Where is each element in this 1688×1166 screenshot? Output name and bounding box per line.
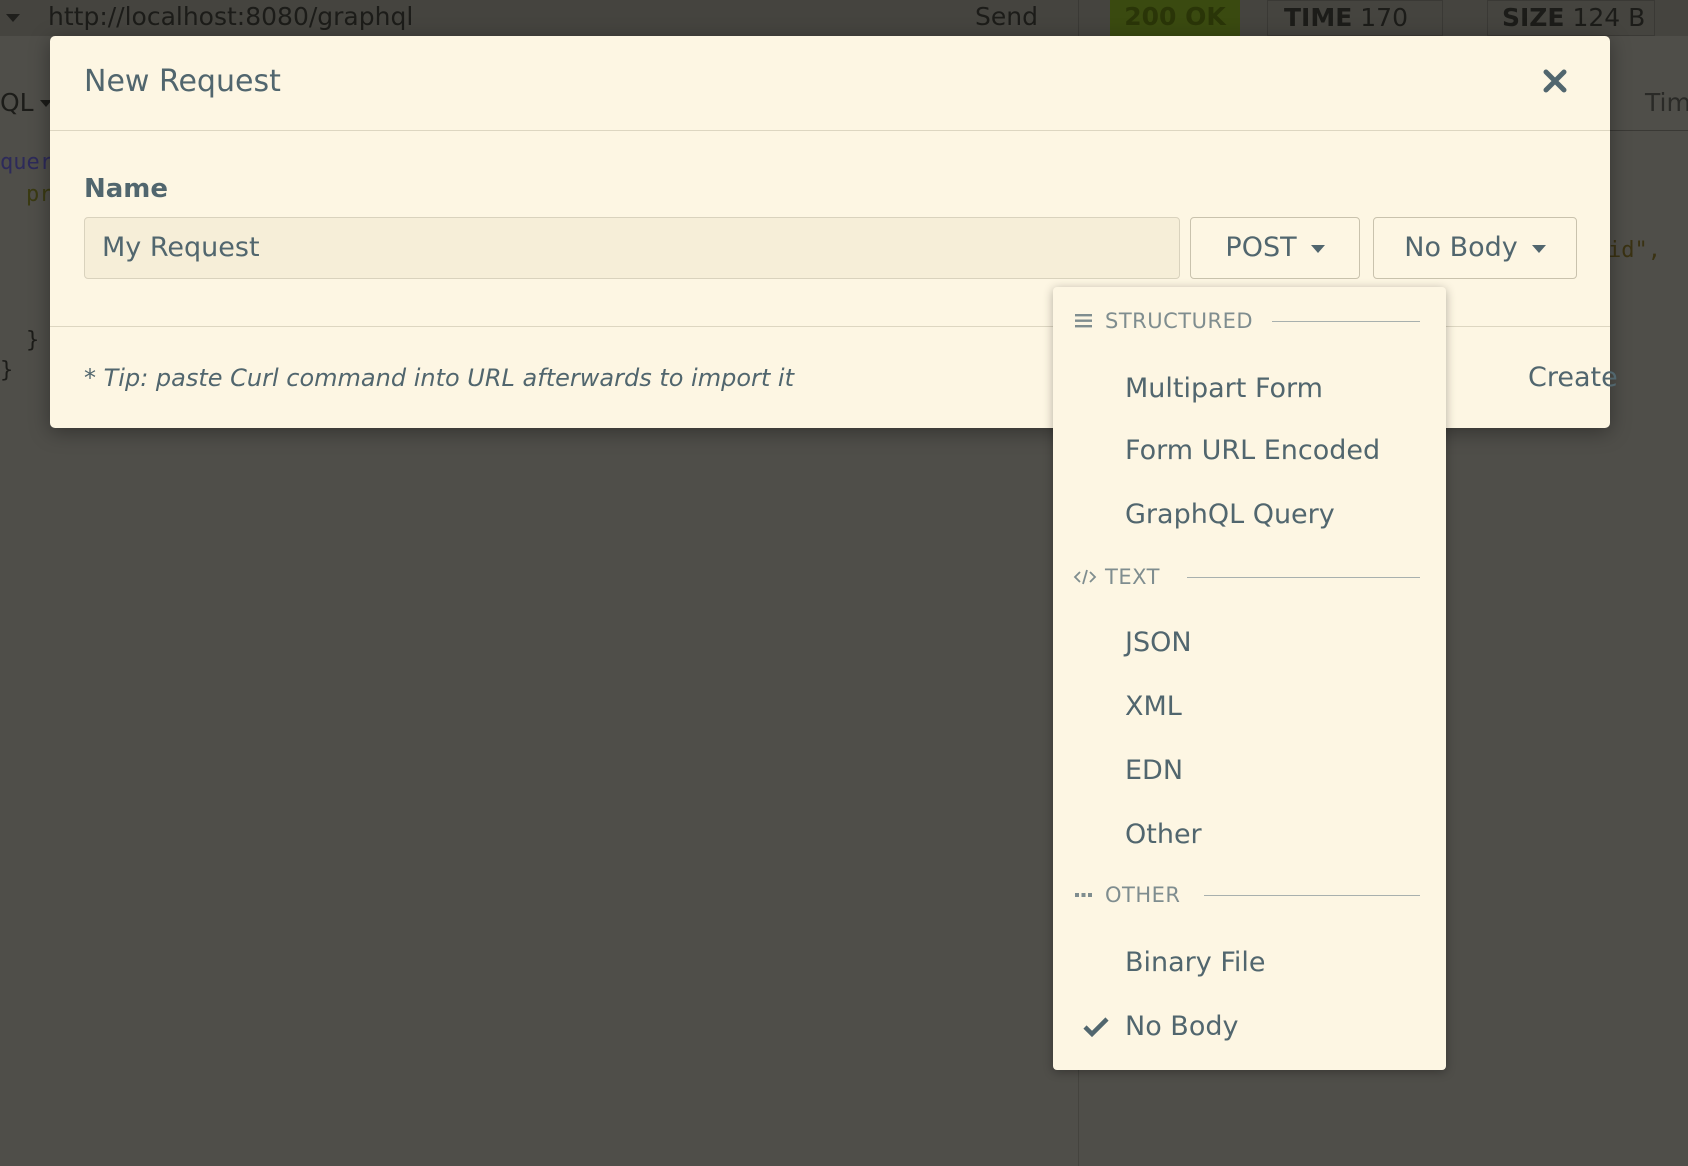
name-input[interactable]: My Request bbox=[84, 217, 1180, 279]
time-label: TIME bbox=[1284, 3, 1353, 32]
section-header-structured: STRUCTURED bbox=[1073, 307, 1428, 337]
body-type-menu: STRUCTURED Multipart Form Form URL Encod… bbox=[1053, 287, 1446, 1070]
check-icon bbox=[1083, 1017, 1109, 1038]
status-badge: 200 OK bbox=[1110, 0, 1240, 36]
body-type-label: No Body bbox=[1404, 232, 1518, 263]
menu-item-multipart-form[interactable]: Multipart Form bbox=[1053, 361, 1446, 417]
chevron-down-icon bbox=[1310, 244, 1325, 253]
section-header-other: OTHER bbox=[1073, 881, 1428, 911]
menu-item-label: EDN bbox=[1125, 755, 1184, 786]
url-bar: http://localhost:8080/graphql Send 200 O… bbox=[0, 0, 1688, 66]
menu-item-no-body[interactable]: No Body bbox=[1053, 999, 1446, 1055]
chevron-down-icon bbox=[1531, 244, 1546, 253]
body-type-dropdown[interactable]: No Body bbox=[1373, 217, 1577, 279]
code-line: } bbox=[0, 358, 14, 383]
code-line: quer bbox=[0, 150, 53, 175]
menu-item-json[interactable]: JSON bbox=[1053, 615, 1446, 671]
method-dropdown[interactable]: POST bbox=[1190, 217, 1360, 279]
section-divider bbox=[1204, 895, 1420, 896]
body-type-tab[interactable]: QL bbox=[0, 88, 34, 117]
menu-item-label: GraphQL Query bbox=[1125, 499, 1335, 530]
create-button[interactable]: Create bbox=[1528, 362, 1618, 393]
url-input[interactable]: http://localhost:8080/graphql bbox=[48, 2, 413, 31]
menu-item-label: Form URL Encoded bbox=[1125, 435, 1381, 466]
time-badge: TIME 170 ms bbox=[1267, 0, 1443, 66]
size-value: 124 B bbox=[1572, 3, 1646, 32]
menu-item-label: Multipart Form bbox=[1125, 373, 1323, 404]
menu-item-form-url-encoded[interactable]: Form URL Encoded bbox=[1053, 423, 1446, 479]
size-badge: SIZE 124 B bbox=[1487, 0, 1655, 36]
dialog-title: New Request bbox=[84, 64, 281, 99]
send-button[interactable]: Send bbox=[975, 2, 1038, 31]
menu-item-label: Other bbox=[1125, 819, 1202, 850]
menu-item-other[interactable]: Other bbox=[1053, 807, 1446, 863]
menu-item-edn[interactable]: EDN bbox=[1053, 743, 1446, 799]
section-label: TEXT bbox=[1105, 565, 1160, 589]
menu-item-label: Binary File bbox=[1125, 947, 1266, 978]
ellipsis-icon bbox=[1075, 893, 1092, 897]
close-icon[interactable] bbox=[1540, 66, 1570, 96]
name-label: Name bbox=[84, 174, 169, 204]
code-icon bbox=[1073, 569, 1097, 585]
bars-icon bbox=[1075, 314, 1092, 328]
menu-item-graphql-query[interactable]: GraphQL Query bbox=[1053, 487, 1446, 543]
section-divider bbox=[1187, 577, 1420, 578]
section-header-text: TEXT bbox=[1073, 563, 1428, 593]
section-label: OTHER bbox=[1105, 883, 1181, 907]
size-label: SIZE bbox=[1502, 3, 1565, 32]
chevron-down-icon[interactable] bbox=[6, 14, 20, 22]
dialog-header: New Request bbox=[50, 36, 1610, 131]
method-label: POST bbox=[1225, 232, 1297, 263]
menu-item-xml[interactable]: XML bbox=[1053, 679, 1446, 735]
timeline-tab[interactable]: Tim bbox=[1645, 88, 1688, 117]
section-divider bbox=[1272, 321, 1420, 322]
divider bbox=[1078, 0, 1079, 36]
response-code-line: id", bbox=[1608, 238, 1661, 263]
menu-item-label: JSON bbox=[1125, 627, 1192, 658]
menu-item-label: XML bbox=[1125, 691, 1182, 722]
menu-item-binary-file[interactable]: Binary File bbox=[1053, 935, 1446, 991]
code-line: } bbox=[26, 328, 40, 353]
code-line: pr bbox=[26, 182, 53, 207]
tip-text: * Tip: paste Curl command into URL after… bbox=[84, 364, 794, 392]
section-label: STRUCTURED bbox=[1105, 309, 1254, 333]
menu-item-label: No Body bbox=[1125, 1011, 1239, 1042]
